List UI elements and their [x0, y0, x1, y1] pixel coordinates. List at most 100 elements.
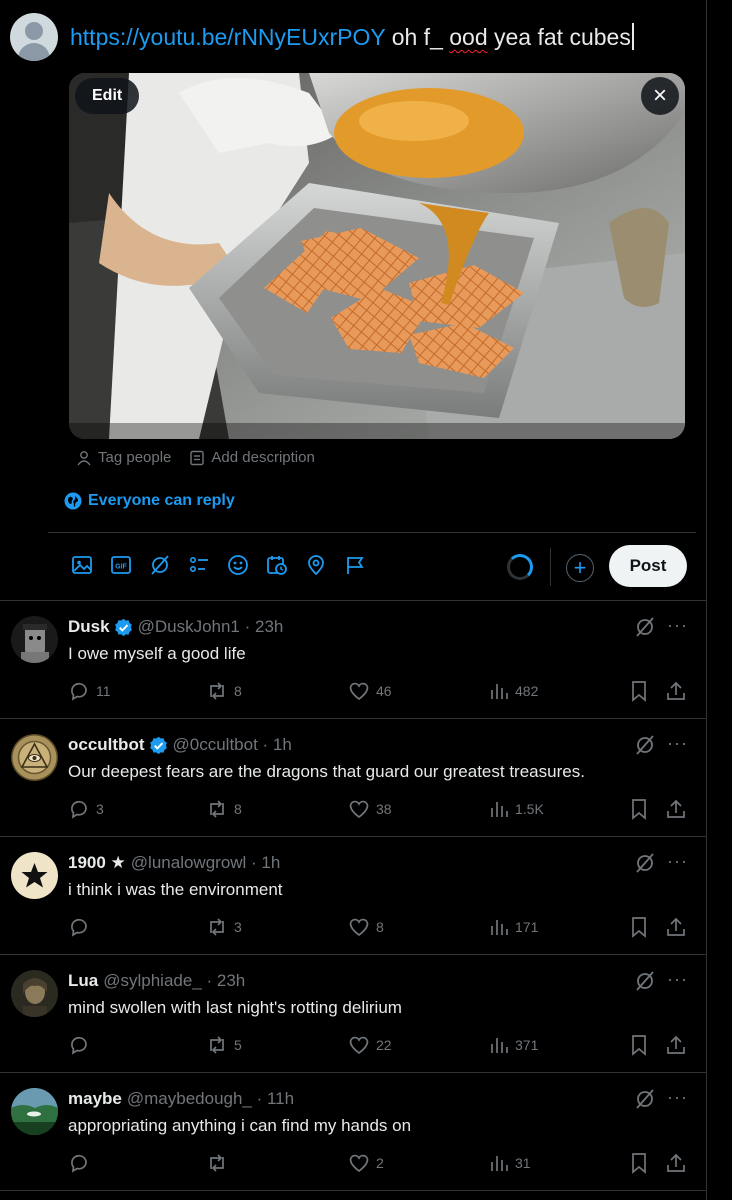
grok-icon[interactable] [634, 970, 656, 992]
emoji-icon[interactable] [226, 553, 250, 577]
add-description-button[interactable]: Add description [189, 449, 315, 466]
reply-count: 11 [96, 683, 111, 699]
more-icon[interactable]: ··· [667, 615, 688, 636]
more-icon[interactable]: ··· [667, 1087, 688, 1108]
reply-button[interactable] [68, 916, 96, 938]
tweet-header: 1900 ★ @lunalowgrowl · 1h [68, 852, 280, 874]
tweet-header: Lua @sylphiade_ · 23h [68, 970, 245, 992]
handle-and-time[interactable]: @lunalowgrowl · 1h [131, 852, 281, 874]
tweet-actions: 3 8 171 [68, 916, 688, 938]
tweet[interactable]: Lua @sylphiade_ · 23h mind swollen with … [0, 955, 706, 1073]
avatar[interactable] [11, 616, 58, 663]
views-button[interactable]: 1.5K [489, 798, 544, 820]
reply-setting-button[interactable]: Everyone can reply [64, 492, 235, 510]
handle-and-time[interactable]: @maybedough_ · 11h [127, 1088, 294, 1110]
share-button[interactable] [665, 1034, 687, 1056]
handle-and-time[interactable]: @sylphiade_ · 23h [103, 970, 245, 992]
like-button[interactable]: 46 [348, 680, 392, 702]
repost-button[interactable]: 8 [206, 680, 242, 702]
reply-button[interactable]: 3 [68, 798, 104, 820]
repost-icon [210, 1036, 224, 1054]
grok-icon[interactable] [634, 616, 656, 638]
image-icon[interactable] [70, 553, 94, 577]
like-button[interactable]: 2 [348, 1152, 384, 1174]
share-button[interactable] [665, 798, 687, 820]
share-button[interactable] [665, 916, 687, 938]
bookmark-button[interactable] [629, 1034, 649, 1056]
grok-icon[interactable] [634, 852, 656, 874]
repost-button[interactable] [206, 1152, 234, 1174]
media-preview[interactable] [69, 73, 685, 439]
schedule-icon[interactable] [265, 553, 289, 577]
repost-count: 8 [234, 801, 242, 817]
display-name[interactable]: 1900 ★ [68, 852, 126, 874]
reply-button[interactable]: 11 [68, 680, 111, 702]
add-post-button[interactable]: + [566, 554, 594, 582]
remove-media-button[interactable]: × [641, 77, 679, 115]
divider [48, 532, 696, 533]
avatar[interactable] [11, 970, 58, 1017]
avatar[interactable] [11, 1088, 58, 1135]
display-name[interactable]: occultbot [68, 734, 145, 756]
compose-textarea[interactable]: https://youtu.be/rNNyEUxrPOY oh f_ ood y… [70, 22, 634, 52]
reply-setting-label: Everyone can reply [88, 492, 235, 509]
tweet[interactable]: occultbot @0ccultbot · 1h Our deepest fe… [0, 719, 706, 837]
tag-people-button[interactable]: Tag people [76, 449, 171, 466]
views-button[interactable]: 371 [489, 1034, 538, 1056]
grok-icon[interactable] [148, 553, 172, 577]
views-button[interactable]: 31 [489, 1152, 531, 1174]
bookmark-button[interactable] [629, 1152, 649, 1174]
handle-and-time[interactable]: @DuskJohn1 · 23h [138, 616, 284, 638]
bookmark-button[interactable] [629, 680, 649, 702]
verified-badge-icon [114, 618, 132, 636]
poll-icon[interactable] [187, 553, 211, 577]
like-button[interactable]: 22 [348, 1034, 392, 1056]
tweet[interactable]: 1900 ★ @lunalowgrowl · 1h i think i was … [0, 837, 706, 955]
location-icon[interactable] [304, 553, 328, 577]
view-count: 31 [515, 1155, 531, 1171]
repost-button[interactable]: 8 [206, 798, 242, 820]
my-avatar[interactable] [10, 13, 58, 61]
views-button[interactable]: 171 [489, 916, 538, 938]
repost-button[interactable]: 5 [206, 1034, 242, 1056]
misspelled-word[interactable]: ood [449, 24, 487, 50]
display-name[interactable]: Dusk [68, 616, 110, 638]
like-button[interactable]: 38 [348, 798, 392, 820]
tag-people-label: Tag people [98, 449, 172, 466]
gif-icon[interactable]: GIF [109, 553, 133, 577]
edit-media-button[interactable]: Edit [75, 78, 140, 114]
tweet[interactable]: Dusk @DuskJohn1 · 23h I owe myself a goo… [0, 601, 706, 719]
repost-button[interactable]: 3 [206, 916, 242, 938]
share-icon [667, 799, 685, 818]
repost-icon [210, 682, 224, 700]
display-name[interactable]: maybe [68, 1088, 122, 1110]
bookmark-button[interactable] [629, 798, 649, 820]
flag-icon[interactable] [343, 553, 367, 577]
grok-icon[interactable] [634, 734, 656, 756]
like-button[interactable]: 8 [348, 916, 384, 938]
more-icon[interactable]: ··· [667, 733, 688, 754]
share-button[interactable] [665, 680, 687, 702]
bookmark-button[interactable] [629, 916, 649, 938]
reply-icon [71, 682, 87, 701]
reply-button[interactable] [68, 1034, 96, 1056]
avatar[interactable] [11, 734, 58, 781]
tweet-actions: 5 22 371 [68, 1034, 688, 1056]
tweet[interactable]: maybe @maybedough_ · 11h appropriating a… [0, 1073, 706, 1191]
more-icon[interactable]: ··· [667, 851, 688, 872]
share-button[interactable] [665, 1152, 687, 1174]
post-button[interactable]: Post [609, 545, 687, 587]
reply-icon [71, 1154, 87, 1173]
views-button[interactable]: 482 [489, 680, 538, 702]
tweet-actions: 3 8 38 1.5K [68, 798, 688, 820]
view-count: 1.5K [515, 801, 544, 817]
handle-and-time[interactable]: @0ccultbot · 1h [173, 734, 292, 756]
grok-icon[interactable] [634, 1088, 656, 1110]
more-icon[interactable]: ··· [667, 969, 688, 990]
media-meta-row: Tag people Add description [76, 449, 315, 466]
svg-text:GIF: GIF [115, 564, 127, 571]
display-name[interactable]: Lua [68, 970, 98, 992]
reply-button[interactable] [68, 1152, 96, 1174]
compose-link[interactable]: https://youtu.be/rNNyEUxrPOY [70, 24, 385, 50]
avatar[interactable] [11, 852, 58, 899]
